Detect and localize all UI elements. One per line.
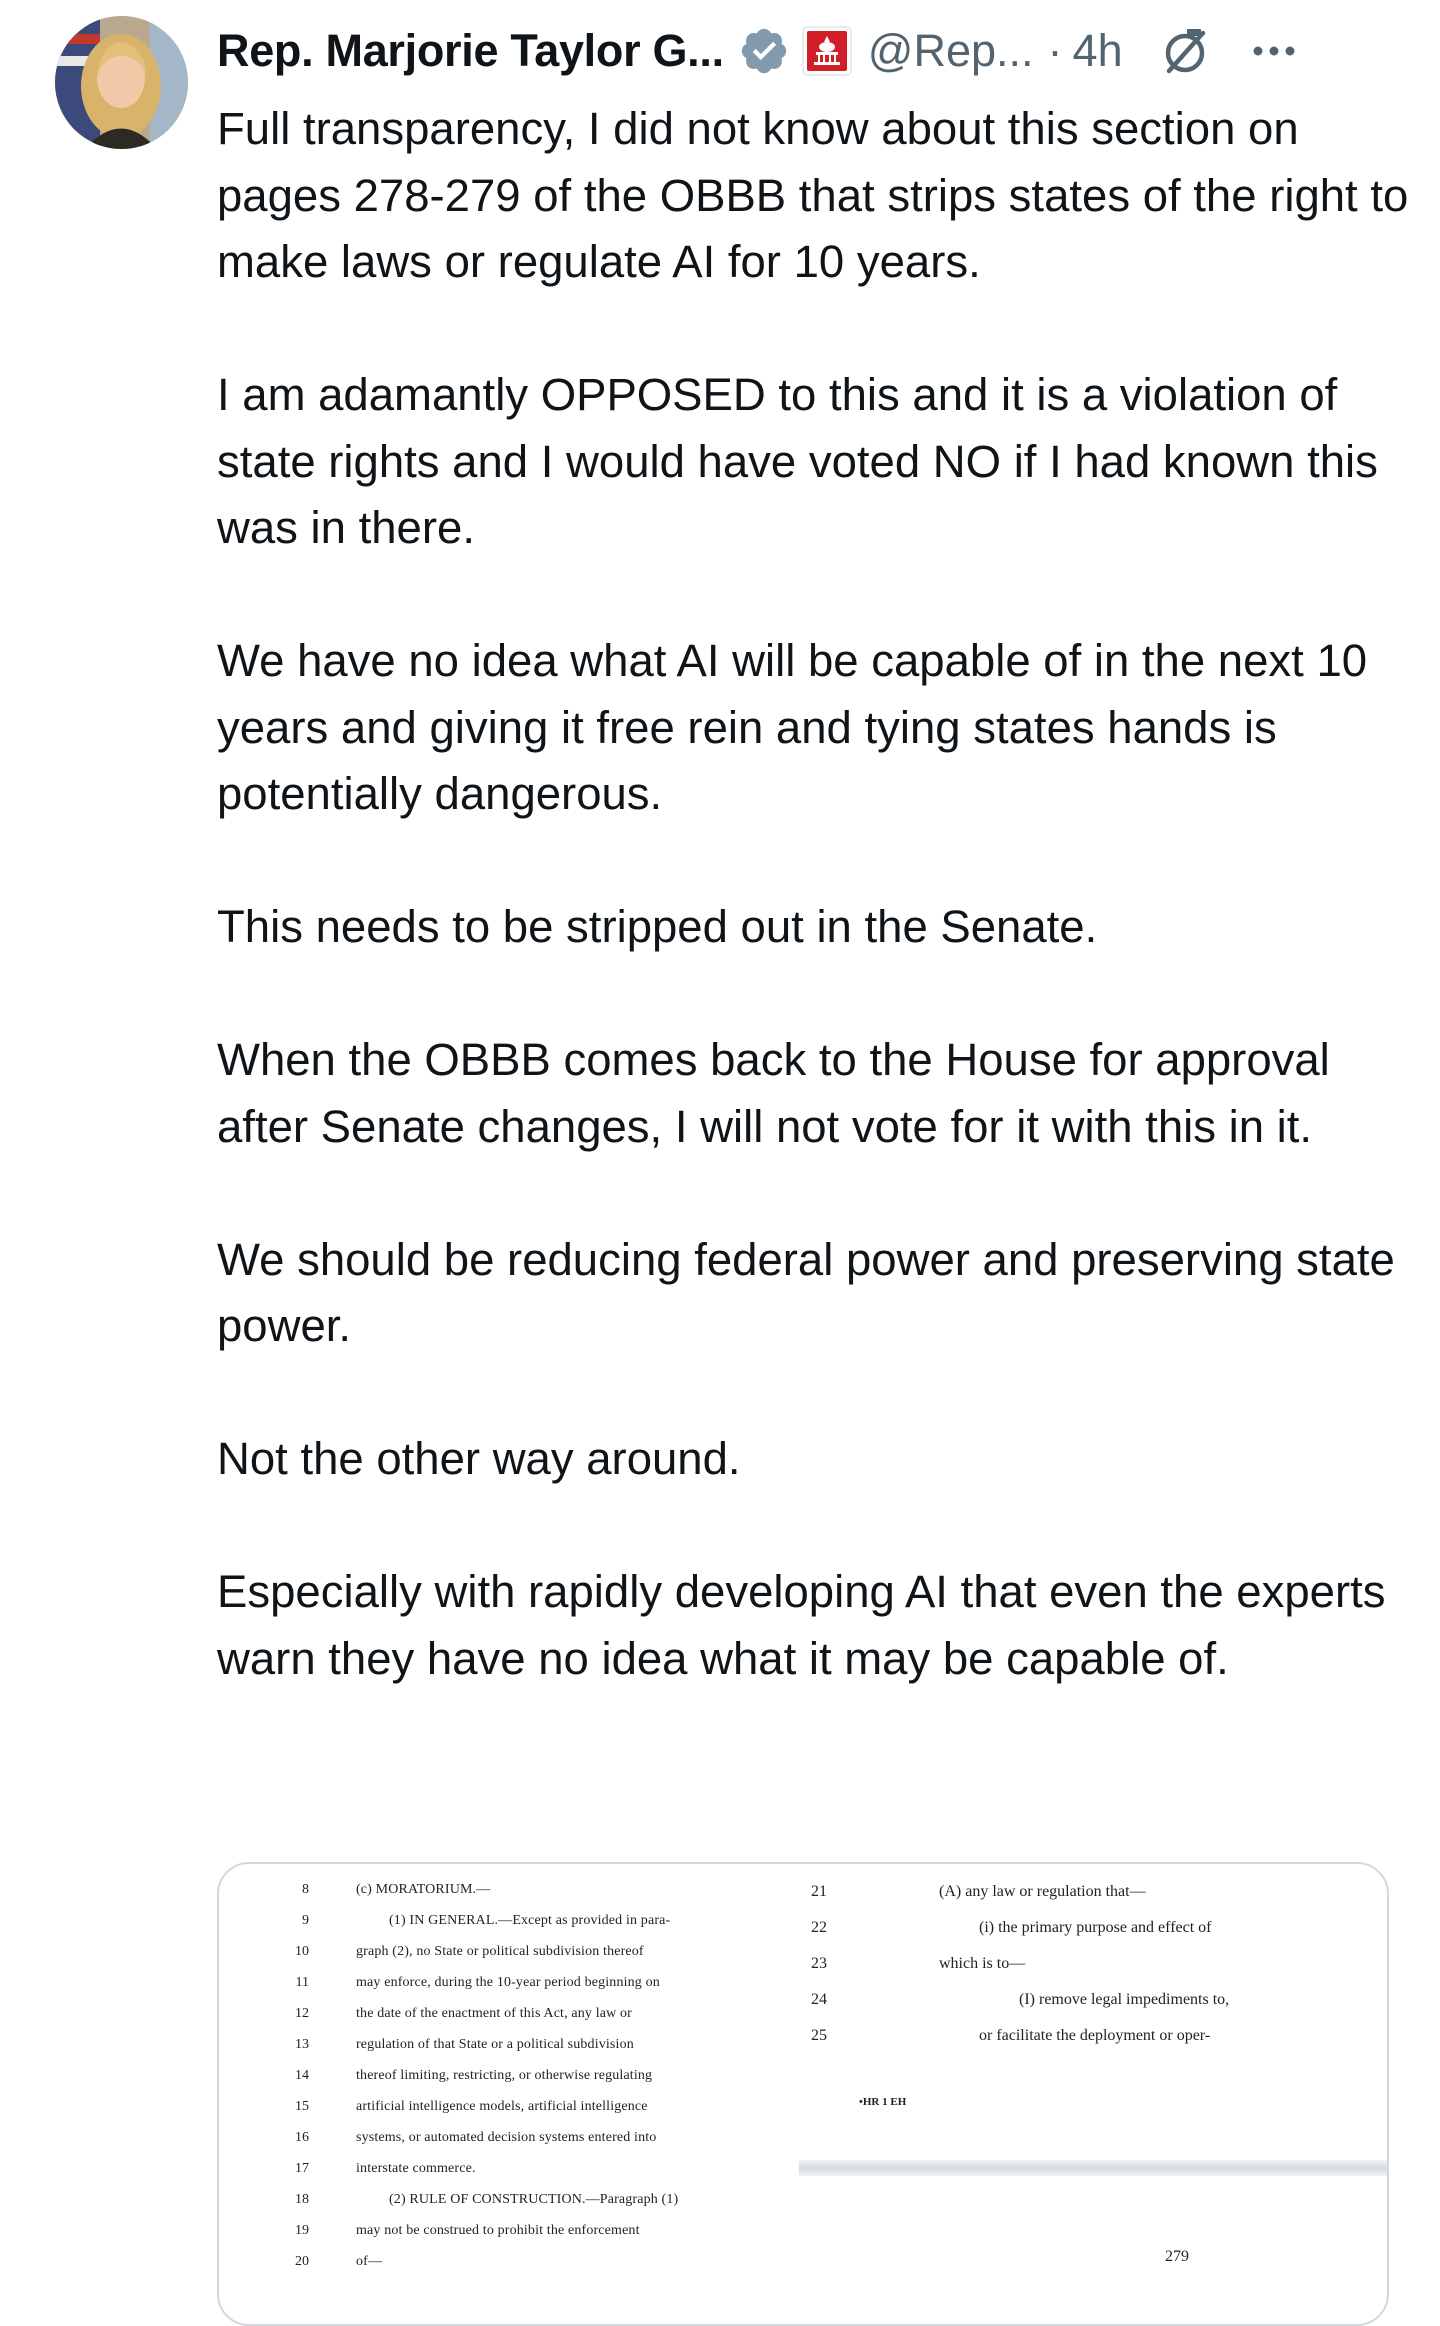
line-text: (2) RULE OF CONSTRUCTION.—Paragraph (1): [389, 2192, 679, 2207]
tweet-paragraph: I am adamantly OPPOSED to this and it is…: [217, 369, 1378, 553]
header-separator: ·: [1047, 25, 1063, 76]
line-number: 22: [811, 1919, 827, 1936]
line-number: 24: [811, 1991, 827, 2008]
tweet-paragraph: Especially with rapidly developing AI th…: [217, 1566, 1386, 1684]
grok-slash-icon[interactable]: [1157, 23, 1213, 79]
tweet-text: Full transparency, I did not know about …: [217, 96, 1417, 1692]
line-number: 16: [295, 2130, 309, 2145]
line-text: may enforce, during the 10-year period b…: [356, 1975, 660, 1990]
line-number: 25: [811, 2027, 827, 2044]
author-handle[interactable]: @Rep...: [868, 25, 1034, 77]
tweet-paragraph: Not the other way around.: [217, 1433, 741, 1484]
bill-footer-mark: •HR 1 EH: [859, 2096, 907, 2108]
line-text: (A) any law or regulation that—: [939, 1883, 1146, 1900]
tweet[interactable]: Rep. Marjorie Taylor G... @Rep... · 4h F…: [0, 0, 1440, 2326]
bill-page-279: 21 (A) any law or regulation that— 22 (i…: [799, 1874, 1387, 2324]
line-number: 23: [811, 1955, 827, 1972]
tweet-paragraph: When the OBBB comes back to the House fo…: [217, 1034, 1330, 1152]
verified-badge-icon[interactable]: [738, 25, 790, 77]
tweet-media-image[interactable]: 8 (c) MORATORIUM.— 9 (1) IN GENERAL.—Exc…: [217, 1862, 1389, 2326]
line-text: systems, or automated decision systems e…: [356, 2130, 657, 2145]
line-number: 15: [295, 2099, 309, 2114]
line-number: 10: [295, 1944, 309, 1959]
line-text: (I) remove legal impediments to,: [1019, 1991, 1230, 2008]
line-text: interstate commerce.: [356, 2161, 476, 2176]
line-number: 20: [295, 2254, 309, 2269]
avatar-photo: [55, 16, 188, 149]
line-number: 9: [302, 1913, 309, 1928]
capitol-gop-badge-icon[interactable]: [802, 26, 852, 76]
avatar[interactable]: [55, 16, 188, 149]
line-text: (c) MORATORIUM.—: [356, 1882, 491, 1897]
tweet-paragraph: We have no idea what AI will be capable …: [217, 635, 1368, 819]
line-text: graph (2), no State or political subdivi…: [356, 1944, 644, 1959]
tweet-header: Rep. Marjorie Taylor G... @Rep... · 4h: [217, 16, 1397, 86]
line-text: artificial intelligence models, artifici…: [356, 2099, 648, 2114]
tweet-timestamp[interactable]: 4h: [1073, 25, 1123, 77]
line-number: 13: [295, 2037, 309, 2052]
bill-page-278: 8 (c) MORATORIUM.— 9 (1) IN GENERAL.—Exc…: [219, 1874, 799, 2324]
tweet-paragraph: We should be reducing federal power and …: [217, 1233, 1395, 1352]
bill-page-number: 279: [1165, 2248, 1189, 2265]
line-number: 12: [295, 2006, 309, 2021]
line-number: 18: [295, 2192, 309, 2207]
line-number: 14: [295, 2068, 309, 2083]
line-number: 8: [302, 1882, 309, 1897]
line-text: thereof limiting, restricting, or otherw…: [356, 2068, 653, 2083]
line-text: or facilitate the deployment or oper-: [979, 2027, 1211, 2044]
line-number: 21: [811, 1883, 827, 1900]
line-text: which is to—: [939, 1955, 1026, 1972]
line-number: 19: [295, 2223, 309, 2238]
tweet-paragraph: This needs to be stripped out in the Sen…: [217, 901, 1098, 952]
line-text: (i) the primary purpose and effect of: [979, 1919, 1212, 1936]
line-text: the date of the enactment of this Act, a…: [356, 2006, 632, 2021]
line-text: of—: [356, 2254, 383, 2269]
line-text: may not be construed to prohibit the enf…: [356, 2223, 640, 2238]
line-number: 17: [295, 2161, 309, 2176]
author-display-name[interactable]: Rep. Marjorie Taylor G...: [217, 25, 724, 77]
line-text: (1) IN GENERAL.—Except as provided in pa…: [389, 1913, 671, 1928]
tweet-paragraph: Full transparency, I did not know about …: [217, 103, 1409, 287]
more-dots-icon[interactable]: [1247, 24, 1301, 78]
page-separator: [799, 2160, 1387, 2176]
line-number: 11: [295, 1975, 309, 1990]
line-text: regulation of that State or a political …: [356, 2037, 634, 2052]
